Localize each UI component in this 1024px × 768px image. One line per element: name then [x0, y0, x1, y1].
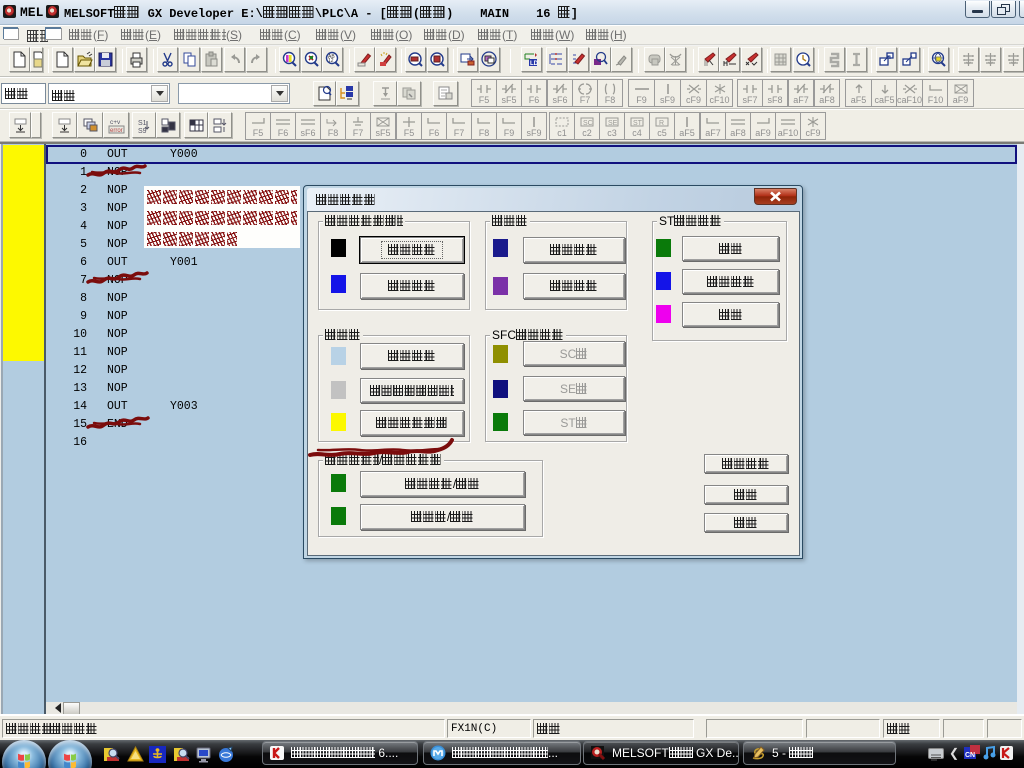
- svg-text:SC: SC: [583, 120, 593, 127]
- svg-text:c+v: c+v: [110, 119, 121, 126]
- svg-text:error: error: [110, 128, 123, 134]
- svg-text:ST: ST: [633, 120, 643, 127]
- svg-text:SE: SE: [608, 120, 618, 127]
- svg-text:S1: S1: [138, 120, 147, 127]
- svg-text:LD: LD: [530, 61, 539, 67]
- svg-text:S9: S9: [138, 128, 147, 134]
- svg-text:12: 12: [328, 58, 334, 64]
- svg-text:R: R: [659, 120, 664, 127]
- svg-text:CN: CN: [965, 752, 975, 759]
